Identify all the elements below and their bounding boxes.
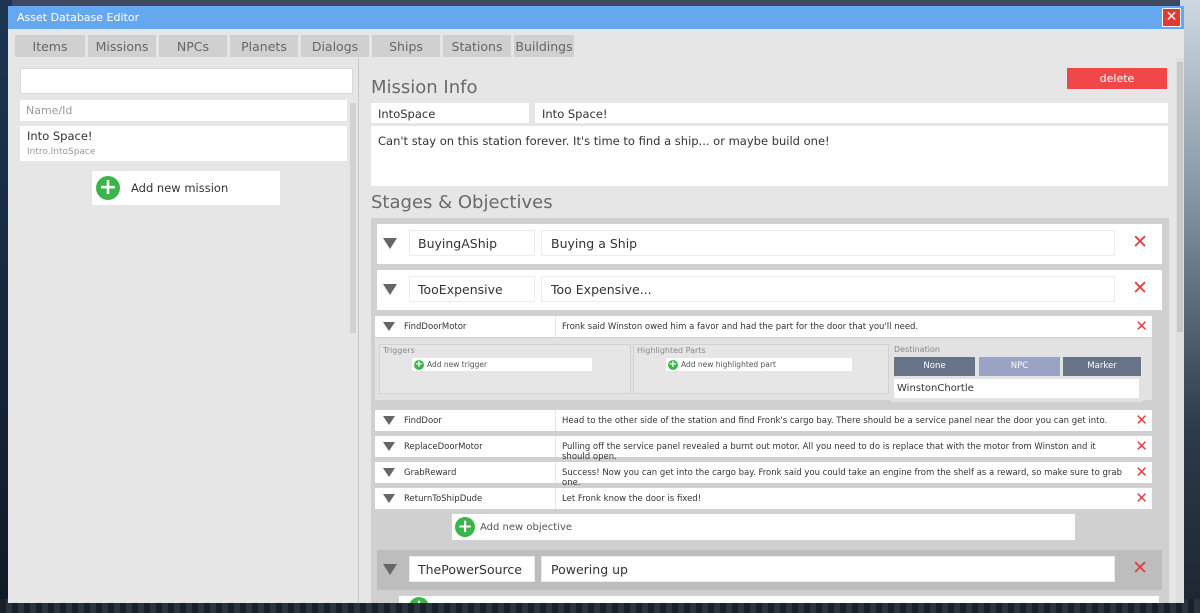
x-icon[interactable]: ✕ (1135, 412, 1148, 428)
x-icon[interactable]: ✕ (1135, 464, 1148, 480)
objective-row: FindDoor Head to the other side of the s… (375, 410, 1152, 431)
mission-id-field[interactable]: IntoSpace (371, 103, 529, 123)
triggers-label: Triggers (383, 346, 415, 355)
objective-id-field[interactable]: GrabReward (400, 462, 556, 483)
editor-scrollbar-thumb[interactable] (1177, 62, 1183, 332)
highlighted-parts-box: Highlighted Parts + Add new highlighted … (633, 344, 889, 394)
tab-bar: Items Missions NPCs Planets Dialogs Ship… (15, 35, 574, 57)
objective-text-field[interactable]: Success! Now you can get into the cargo … (557, 462, 1125, 488)
tab-planets[interactable]: Planets (230, 35, 298, 57)
stage-id-field[interactable]: ThePowerSource (409, 556, 535, 582)
add-objective-button[interactable]: + Add new objective (452, 514, 1075, 540)
stage-row: ThePowerSource Powering up ✕ (377, 550, 1162, 590)
x-icon[interactable]: ✕ (1135, 438, 1148, 454)
destination-npc-button[interactable]: NPC (979, 357, 1060, 376)
delete-button[interactable]: delete (1067, 68, 1167, 89)
tab-stations[interactable]: Stations (443, 35, 511, 57)
asset-database-editor-window: Asset Database Editor ✕ Items Missions N… (8, 6, 1184, 603)
objective-id-field[interactable]: FindDoorMotor (400, 316, 556, 337)
tab-ships[interactable]: Ships (372, 35, 440, 57)
highlighted-parts-label: Highlighted Parts (637, 346, 706, 355)
objective-text-field[interactable]: Fronk said Winston owed him a favor and … (557, 316, 1125, 337)
close-button[interactable]: ✕ (1162, 8, 1181, 27)
add-highlighted-part-button[interactable]: + Add new highlighted part (666, 358, 852, 371)
tab-npcs[interactable]: NPCs (159, 35, 227, 57)
stage-name-field[interactable]: Powering up (541, 556, 1115, 582)
x-icon[interactable]: ✕ (1135, 490, 1148, 506)
plus-circle-icon: + (96, 176, 120, 200)
close-icon: ✕ (1165, 9, 1178, 25)
add-highlighted-part-label: Add new highlighted part (681, 360, 776, 369)
x-icon[interactable]: ✕ (1132, 278, 1148, 298)
triangle-down-icon[interactable] (383, 284, 397, 295)
stage-header: ThePowerSource Powering up ✕ (377, 550, 1162, 588)
objective-text-field[interactable]: Let Fronk know the door is fixed! (557, 488, 1125, 509)
triangle-down-icon[interactable] (383, 416, 395, 425)
add-mission-label: Add new mission (131, 181, 229, 195)
mission-item-id: Intro.IntoSpace (27, 147, 96, 157)
objective-text-field[interactable]: Pulling off the service panel revealed a… (557, 436, 1125, 462)
triangle-down-icon[interactable] (383, 494, 395, 503)
search-input[interactable] (20, 68, 353, 94)
add-trigger-button[interactable]: + Add new trigger (412, 358, 592, 371)
destination-label: Destination (894, 345, 940, 354)
mission-info-title: Mission Info (371, 77, 478, 98)
stages-container: BuyingAShip Buying a Ship ✕ TooExpensive… (371, 218, 1169, 603)
objective-text-field[interactable]: Head to the other side of the station an… (557, 410, 1125, 431)
x-icon[interactable]: ✕ (1132, 558, 1148, 578)
mission-list-scrollbar[interactable] (350, 103, 356, 333)
add-mission-button[interactable]: + Add new mission (92, 171, 280, 205)
mission-item-name: Into Space! (27, 129, 93, 143)
mission-editor-panel: Mission Info delete IntoSpace Into Space… (363, 58, 1184, 603)
triangle-down-icon[interactable] (383, 564, 397, 575)
tab-missions[interactable]: Missions (88, 35, 156, 57)
destination-box: Destination None NPC Marker WinstonChort… (891, 344, 1143, 402)
destination-value-field[interactable]: WinstonChortle (894, 379, 1139, 398)
objective-id-field[interactable]: ReturnToShipDude (400, 488, 556, 509)
name-id-filter-input[interactable]: Name/Id (20, 100, 347, 121)
destination-marker-button[interactable]: Marker (1063, 357, 1141, 376)
objective-row: ReplaceDoorMotor Pulling off the service… (375, 436, 1152, 462)
stage-id-field[interactable]: TooExpensive (409, 276, 535, 302)
plus-circle-icon: + (455, 517, 475, 537)
plus-circle-icon: + (414, 358, 424, 370)
objective-row: ReturnToShipDude Let Fronk know the door… (375, 488, 1152, 509)
stage-header: TooExpensive Too Expensive... ✕ (377, 270, 1162, 308)
triggers-box: Triggers + Add new trigger (379, 344, 631, 394)
objective-row: GrabReward Success! Now you can get into… (375, 462, 1152, 488)
triangle-down-icon[interactable] (383, 468, 395, 477)
triangle-down-icon[interactable] (383, 238, 397, 249)
add-objective-button-partial[interactable]: + (399, 596, 1159, 603)
stage-header: BuyingAShip Buying a Ship ✕ (377, 224, 1162, 262)
mission-list-item[interactable]: Into Space! Intro.IntoSpace (20, 126, 347, 161)
stage-id-field[interactable]: BuyingAShip (409, 230, 535, 256)
mission-description-field[interactable]: Can't stay on this station forever. It's… (371, 126, 1168, 186)
stages-title: Stages & Objectives (371, 192, 553, 213)
add-objective-label: Add new objective (480, 521, 573, 533)
x-icon[interactable]: ✕ (1132, 232, 1148, 252)
title-bar: Asset Database Editor ✕ (8, 6, 1184, 29)
objective-row: FindDoorMotor Fronk said Winston owed hi… (375, 316, 1152, 337)
triangle-down-icon[interactable] (383, 322, 395, 331)
destination-none-button[interactable]: None (894, 357, 975, 376)
window-title: Asset Database Editor (17, 11, 140, 24)
tab-buildings[interactable]: Buildings (514, 35, 574, 57)
x-icon[interactable]: ✕ (1135, 318, 1148, 334)
add-trigger-label: Add new trigger (427, 360, 488, 369)
objective-id-field[interactable]: ReplaceDoorMotor (400, 436, 556, 457)
plus-circle-icon: + (668, 358, 678, 370)
stage-name-field[interactable]: Buying a Ship (541, 230, 1115, 256)
tab-items[interactable]: Items (15, 35, 85, 57)
editor-scrollbar[interactable] (1176, 58, 1184, 603)
stage-row: TooExpensive Too Expensive... ✕ (377, 270, 1162, 310)
stage-name-field[interactable]: Too Expensive... (541, 276, 1115, 302)
mission-list-panel: Name/Id Into Space! Intro.IntoSpace + Ad… (12, 58, 359, 603)
objective-id-field[interactable]: FindDoor (400, 410, 556, 431)
triangle-down-icon[interactable] (383, 442, 395, 451)
plus-circle-icon: + (409, 597, 429, 603)
mission-name-field[interactable]: Into Space! (535, 103, 1168, 123)
stage-row: BuyingAShip Buying a Ship ✕ (377, 224, 1162, 264)
objective-detail-panel: Triggers + Add new trigger Highlighted P… (375, 338, 1152, 402)
tab-dialogs[interactable]: Dialogs (301, 35, 369, 57)
